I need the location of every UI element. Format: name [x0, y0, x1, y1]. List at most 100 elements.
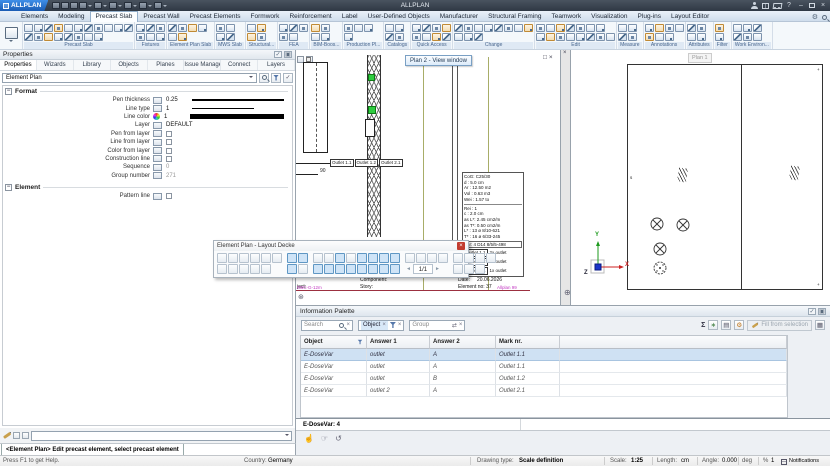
ribbon-icon[interactable] — [178, 33, 187, 41]
close-icon[interactable]: × — [563, 50, 567, 56]
menu-item-precast-slab[interactable]: Precast Slab — [90, 11, 139, 22]
table-cell[interactable] — [560, 361, 787, 373]
toolbar-button[interactable] — [228, 264, 238, 274]
gear-icon[interactable]: ⚙ — [734, 320, 744, 330]
tab-wizards[interactable]: Wizards — [37, 60, 74, 70]
ribbon-icon[interactable] — [395, 33, 404, 41]
menu-item-visualization[interactable]: Visualization — [586, 11, 632, 22]
filter-icon[interactable] — [358, 340, 363, 345]
palette-close-icon[interactable]: ▣ — [284, 51, 292, 58]
toolbar-button[interactable] — [313, 264, 323, 274]
ribbon-icon[interactable] — [743, 33, 752, 41]
ribbon-icon[interactable] — [618, 33, 627, 41]
ribbon-icon[interactable] — [156, 33, 165, 41]
toolbar-button[interactable] — [250, 264, 260, 274]
ribbon-icon[interactable] — [64, 33, 73, 41]
toolbar-button[interactable] — [346, 253, 356, 263]
toolbar-button[interactable] — [287, 253, 297, 263]
menu-item-structural-framing[interactable]: Structural Framing — [483, 11, 546, 22]
ribbon-icon[interactable] — [247, 24, 256, 32]
table-cell[interactable]: A — [430, 385, 496, 397]
ribbon-icon[interactable] — [753, 33, 762, 41]
table-cell[interactable]: outlet 2 — [367, 385, 430, 397]
table-icon[interactable]: ▦ — [815, 320, 825, 330]
menu-item-teamwork[interactable]: Teamwork — [547, 11, 587, 22]
ribbon-icon[interactable] — [628, 24, 637, 32]
toolbar-button[interactable] — [250, 253, 260, 263]
table-cell[interactable]: E-DoseVar — [301, 385, 367, 397]
ribbon-icon[interactable] — [24, 24, 33, 32]
save-icon[interactable] — [70, 2, 78, 9]
chevron-down-icon[interactable] — [88, 5, 92, 9]
ribbon-icon[interactable] — [566, 33, 575, 41]
chevron-down-icon[interactable] — [163, 5, 167, 9]
ribbon-icon[interactable] — [136, 33, 145, 41]
checkbox[interactable] — [166, 139, 172, 145]
ribbon-icon[interactable] — [146, 33, 155, 41]
ribbon-icon[interactable] — [556, 33, 565, 41]
property-value[interactable]: 271 — [166, 173, 190, 179]
toolbar-button[interactable] — [379, 264, 389, 274]
ribbon-icon[interactable] — [156, 24, 165, 32]
ribbon-icon[interactable] — [168, 24, 177, 32]
clear-icon[interactable]: × — [459, 322, 463, 328]
ribbon-icon[interactable] — [311, 33, 320, 41]
ribbon-icon[interactable] — [743, 24, 752, 32]
property-value[interactable]: 1 — [164, 114, 188, 120]
menu-item-user-defined-objects[interactable]: User-Defined Objects — [363, 11, 435, 22]
chevron-down-icon[interactable] — [133, 5, 137, 9]
ribbon-app-group[interactable] — [0, 22, 23, 49]
toolbar-button[interactable] — [272, 253, 282, 263]
clear-icon[interactable]: × — [346, 322, 350, 328]
outlet-symbols[interactable] — [648, 216, 698, 280]
length-value[interactable]: cm — [681, 458, 689, 464]
handle-icon[interactable] — [306, 57, 311, 62]
toolbar-button[interactable] — [357, 253, 367, 263]
menu-item-label[interactable]: Label — [337, 11, 363, 22]
search-icon[interactable] — [259, 73, 269, 83]
ribbon-icon[interactable] — [556, 24, 565, 32]
tab-layers[interactable]: Layers — [258, 60, 295, 70]
palette-menu-icon[interactable]: ✓ — [274, 51, 282, 58]
ribbon-icon[interactable] — [432, 33, 441, 41]
ribbon-icon[interactable] — [364, 24, 373, 32]
ribbon-icon[interactable] — [606, 33, 615, 41]
ribbon-icon[interactable] — [34, 33, 43, 41]
ribbon-icon[interactable] — [596, 33, 605, 41]
user-account-icon[interactable] — [751, 2, 758, 9]
ribbon-icon[interactable] — [247, 33, 256, 41]
ribbon-icon[interactable] — [54, 24, 63, 32]
drawing-type-value[interactable]: Scale definition — [519, 458, 563, 464]
element-plan-toolbar[interactable]: Element Plan - Layout Decke × ◄1/1► — [213, 240, 469, 278]
lattice-girder[interactable] — [367, 55, 381, 237]
ribbon-icon[interactable] — [279, 33, 288, 41]
pencil-icon[interactable] — [3, 432, 11, 439]
chevron-down-icon[interactable] — [148, 5, 152, 9]
toolbar-button[interactable] — [464, 253, 474, 263]
ribbon-icon[interactable] — [432, 24, 441, 32]
ribbon-icon[interactable] — [655, 33, 664, 41]
help-icon[interactable]: ? — [785, 1, 793, 10]
percent-value[interactable]: 1 — [771, 458, 774, 464]
checkbox[interactable] — [166, 148, 172, 154]
tab-planes[interactable]: Planes — [148, 60, 185, 70]
toolbar-button[interactable] — [475, 253, 485, 263]
ribbon-icon[interactable] — [484, 24, 493, 32]
ribbon-icon[interactable] — [715, 24, 724, 32]
ribbon-icon[interactable] — [715, 33, 724, 41]
ribbon-icon[interactable] — [94, 33, 103, 41]
toolbar-button[interactable] — [357, 264, 367, 274]
ribbon-icon[interactable] — [524, 24, 533, 32]
element-section-header[interactable]: − Element — [3, 182, 292, 192]
property-value[interactable]: 0 — [166, 164, 190, 170]
ribbon-icon[interactable] — [576, 33, 585, 41]
page-next-button[interactable]: ► — [434, 266, 441, 272]
ribbon-icon[interactable] — [697, 33, 706, 41]
view-separator[interactable]: × — [560, 50, 571, 305]
search-icon[interactable] — [822, 15, 827, 20]
remove-chip-icon[interactable]: × — [382, 322, 386, 328]
ribbon-icon[interactable] — [311, 24, 320, 32]
match-icon[interactable]: ∗ — [708, 320, 718, 330]
ribbon-icon[interactable] — [665, 24, 674, 32]
ribbon-icon[interactable] — [645, 24, 654, 32]
